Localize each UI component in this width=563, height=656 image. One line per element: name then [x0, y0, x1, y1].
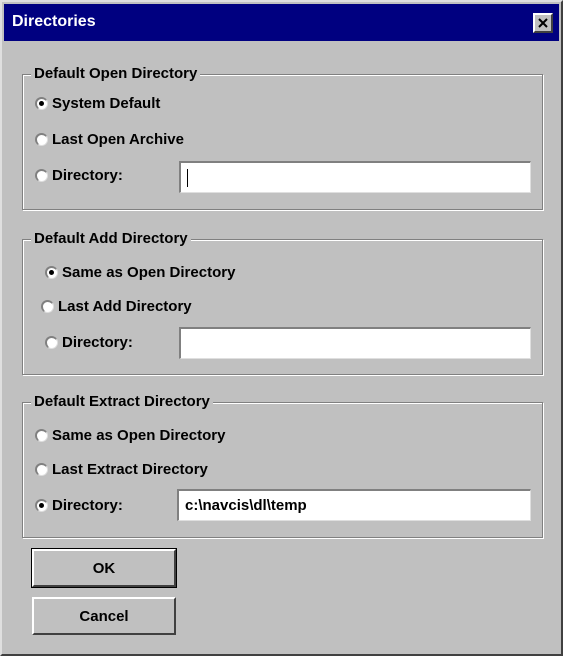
- radio-label: Last Open Archive: [52, 130, 184, 148]
- title-bar[interactable]: Directories: [4, 4, 559, 41]
- radio-button[interactable]: [35, 168, 48, 182]
- ok-button-label: OK: [92, 559, 116, 577]
- radio-label: Directory:: [62, 333, 133, 351]
- radio-open-last-archive[interactable]: Last Open Archive: [35, 127, 184, 151]
- radio-label: Directory:: [52, 166, 123, 184]
- radio-add-last-directory[interactable]: Last Add Directory: [41, 294, 192, 318]
- radio-add-same-as-open[interactable]: Same as Open Directory: [45, 260, 235, 284]
- radio-open-system-default[interactable]: System Default: [35, 91, 160, 115]
- extract-directory-value: c:\navcis\dl\temp: [185, 497, 307, 514]
- group-add-directory: Default Add Directory Same as Open Direc…: [22, 228, 543, 375]
- radio-open-directory[interactable]: Directory:: [35, 163, 123, 187]
- group-open-directory: Default Open Directory System Default La…: [22, 63, 543, 210]
- radio-label: Directory:: [52, 496, 123, 514]
- close-button[interactable]: [533, 13, 553, 33]
- radio-button[interactable]: [35, 96, 48, 110]
- radio-add-directory[interactable]: Directory:: [45, 330, 133, 354]
- extract-directory-input[interactable]: c:\navcis\dl\temp: [177, 489, 531, 521]
- radio-button[interactable]: [35, 428, 48, 442]
- radio-button[interactable]: [35, 132, 48, 146]
- radio-label: Same as Open Directory: [62, 263, 236, 281]
- radio-button[interactable]: [45, 265, 58, 279]
- radio-button[interactable]: [45, 335, 58, 349]
- radio-extract-same-as-open[interactable]: Same as Open Directory: [35, 423, 225, 447]
- radio-button[interactable]: [35, 498, 48, 512]
- add-directory-input[interactable]: [179, 327, 531, 359]
- ok-button[interactable]: OK: [31, 548, 177, 588]
- group-extract-legend: Default Extract Directory: [31, 391, 213, 413]
- radio-button[interactable]: [41, 299, 54, 313]
- cancel-button[interactable]: Cancel: [32, 597, 176, 635]
- group-open-legend: Default Open Directory: [31, 63, 201, 85]
- radio-label: Last Add Directory: [58, 297, 192, 315]
- text-caret: [187, 168, 188, 187]
- group-add-legend: Default Add Directory: [31, 228, 191, 250]
- window-title: Directories: [12, 13, 96, 30]
- group-extract-directory: Default Extract Directory Same as Open D…: [22, 391, 543, 538]
- open-directory-input[interactable]: [179, 161, 531, 193]
- radio-label: Last Extract Directory: [52, 460, 208, 478]
- directories-dialog: Directories Default Open Directory Syste…: [0, 0, 563, 656]
- radio-extract-last-directory[interactable]: Last Extract Directory: [35, 457, 208, 481]
- radio-button[interactable]: [35, 462, 48, 476]
- close-icon: [538, 18, 548, 28]
- cancel-button-label: Cancel: [79, 607, 129, 625]
- radio-extract-directory[interactable]: Directory:: [35, 493, 123, 517]
- radio-label: Same as Open Directory: [52, 426, 226, 444]
- radio-label: System Default: [52, 94, 161, 112]
